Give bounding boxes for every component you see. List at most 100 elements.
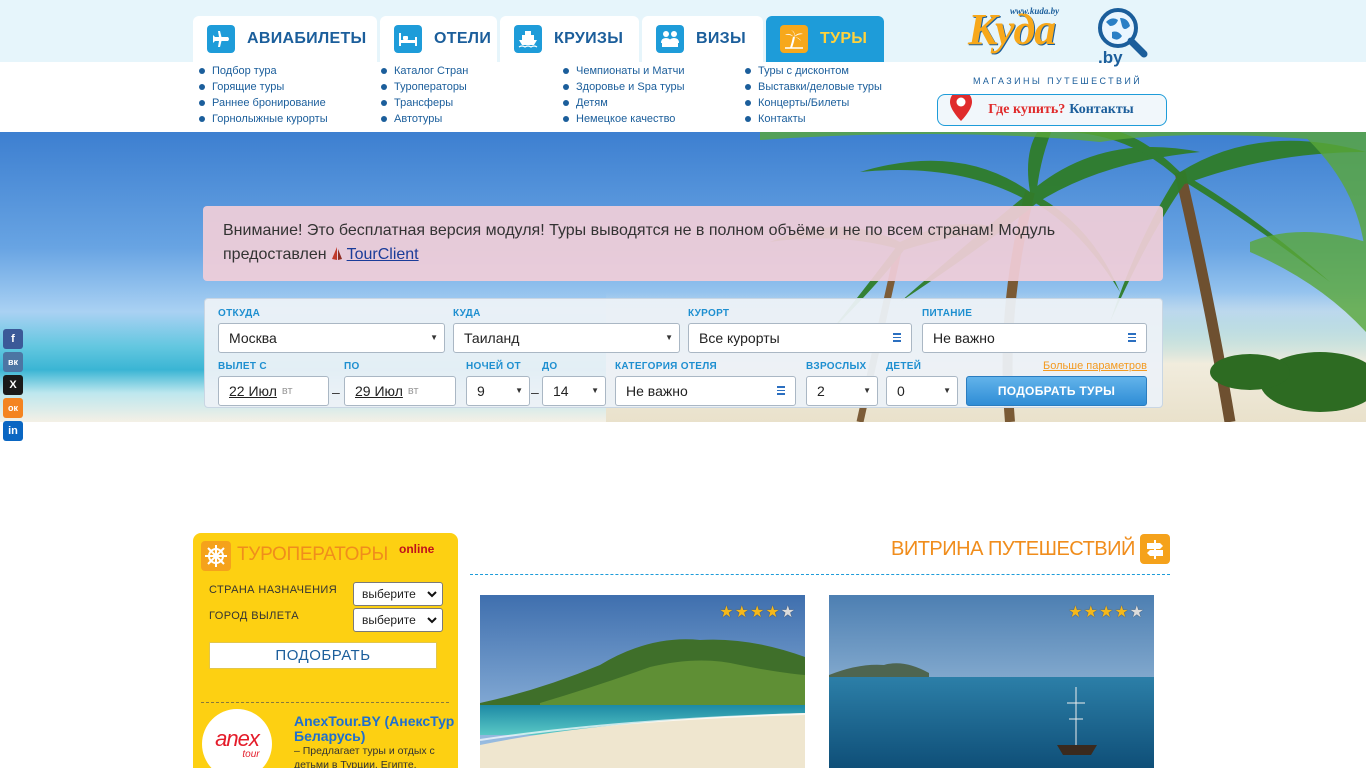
star-icon: ★ — [1129, 604, 1144, 621]
nights-to-label: ДО — [542, 361, 558, 372]
nights-to-select[interactable]: 14 ▼ — [542, 376, 606, 406]
site-logo[interactable]: Куда www.kuda.by .by МАГАЗИНЫ ПУТЕШЕСТВИ… — [958, 4, 1153, 90]
menu-item[interactable]: Немецкое качество — [563, 111, 745, 127]
meal-select[interactable]: Не важно — [922, 323, 1147, 353]
resort-select[interactable]: Все курорты — [688, 323, 912, 353]
tour-card[interactable]: ★ ★ ★ ★ ★ — [829, 595, 1154, 768]
dropdown-arrow-icon: ▼ — [943, 386, 951, 395]
where-to-buy-button[interactable]: Где купить? Контакты — [937, 94, 1167, 126]
children-value: 0 — [897, 383, 905, 399]
star-icon: ★ — [1114, 604, 1129, 621]
tab-tours[interactable]: ТУРЫ — [766, 16, 884, 62]
adults-select[interactable]: 2 ▼ — [806, 376, 878, 406]
children-select[interactable]: 0 ▼ — [886, 376, 958, 406]
star-icon: ★ — [749, 604, 765, 621]
resort-value: Все курорты — [699, 330, 780, 346]
menu-item[interactable]: Каталог Стран — [381, 63, 563, 79]
to-select[interactable]: Таиланд ▼ — [453, 323, 680, 353]
palm-icon — [780, 25, 808, 53]
free-version-notice: Внимание! Это бесплатная версия модуля! … — [203, 206, 1163, 281]
anextour-title-link[interactable]: AnexTour.BY (АнексТур Беларусь) — [294, 714, 458, 744]
ship-icon — [514, 25, 542, 53]
tab-hotels[interactable]: ОТЕЛИ — [380, 16, 497, 62]
depart-dow: вт — [281, 385, 293, 397]
menu-item[interactable]: Подбор тура — [199, 63, 381, 79]
anextour-logo[interactable]: anex tour — [202, 709, 272, 768]
hotel-category-label: КАТЕГОРИЯ ОТЕЛЯ — [615, 361, 718, 372]
menu-item[interactable]: Детям — [563, 95, 745, 111]
star-icon: ★ — [1083, 604, 1098, 621]
depart-date-input[interactable]: 22 Июл вт — [218, 376, 329, 406]
adults-label: ВЗРОСЛЫХ — [806, 361, 867, 372]
menu-item[interactable]: Туры с дисконтом — [745, 63, 927, 79]
from-value: Москва — [229, 330, 277, 346]
linkedin-icon[interactable]: in — [3, 421, 23, 441]
menu-item[interactable]: Горящие туры — [199, 79, 381, 95]
menu-item[interactable]: Раннее бронирование — [199, 95, 381, 111]
menu-col-2: Каталог Стран Туроператоры Трансферы Авт… — [381, 63, 563, 127]
star-icon: ★ — [1098, 604, 1114, 621]
list-icon — [893, 331, 901, 342]
submenus: Подбор тура Горящие туры Раннее брониров… — [199, 63, 927, 127]
pick-operator-button[interactable]: ПОДОБРАТЬ — [209, 642, 437, 669]
meal-label: ПИТАНИЕ — [922, 308, 973, 319]
city-value: выберите — [362, 613, 416, 627]
menu-item[interactable]: Чемпионаты и Матчи — [563, 63, 745, 79]
meal-value: Не важно — [933, 330, 995, 346]
signpost-icon — [1140, 534, 1170, 564]
find-tours-button[interactable]: ПОДОБРАТЬ ТУРЫ — [966, 376, 1147, 406]
children-label: ДЕТЕЙ — [886, 361, 922, 372]
anex-logo-sub: tour — [242, 749, 260, 760]
main-nav: АВИАБИЛЕТЫ ОТЕЛИ КРУИЗЫ ВИЗЫ ТУРЫ — [193, 16, 887, 62]
nights-from-label: НОЧЕЙ ОТ — [466, 361, 521, 372]
list-icon — [1128, 331, 1136, 342]
x-icon[interactable]: X — [3, 375, 23, 395]
anextour-description: – Предлагает туры и отдых с детьми в Тур… — [294, 745, 435, 768]
menu-item[interactable]: Автотуры — [381, 111, 563, 127]
tab-label: АВИАБИЛЕТЫ — [247, 30, 367, 47]
from-select[interactable]: Москва ▼ — [218, 323, 445, 353]
logo-tagline: МАГАЗИНЫ ПУТЕШЕСТВИЙ — [973, 76, 1143, 86]
vk-icon[interactable]: вк — [3, 352, 23, 372]
contacts-label: Контакты — [1069, 102, 1134, 117]
hotel-rating-stars: ★ ★ ★ ★ ★ — [1067, 605, 1144, 621]
hotel-category-select[interactable]: Не важно — [615, 376, 796, 406]
until-date-input[interactable]: 29 Июл вт — [344, 376, 456, 406]
adults-value: 2 — [817, 383, 825, 399]
nights-range-dash: – — [531, 384, 539, 400]
facebook-icon[interactable]: f — [3, 329, 23, 349]
odnoklassniki-icon[interactable]: ок — [3, 398, 23, 418]
star-icon: ★ — [1068, 604, 1083, 621]
tab-cruises[interactable]: КРУИЗЫ — [500, 16, 639, 62]
tourclient-link[interactable]: TourClient — [347, 246, 419, 263]
menu-item[interactable]: Горнолыжные курорты — [199, 111, 381, 127]
tour-operators-box: ТУРОПЕРАТОРЫ online СТРАНА НАЗНАЧЕНИЯ вы… — [193, 533, 458, 768]
more-params-link[interactable]: Больше параметров — [1043, 360, 1147, 372]
city-select[interactable]: выберите — [353, 608, 443, 632]
menu-item[interactable]: Выставки/деловые туры — [745, 79, 927, 95]
country-value: выберите — [362, 587, 416, 601]
bed-icon — [394, 25, 422, 53]
city-label: ГОРОД ВЫЛЕТА — [209, 610, 299, 622]
nights-from-select[interactable]: 9 ▼ — [466, 376, 530, 406]
menu-col-1: Подбор тура Горящие туры Раннее брониров… — [199, 63, 381, 127]
tab-visas[interactable]: ВИЗЫ — [642, 16, 763, 62]
star-icon: ★ — [719, 604, 734, 621]
menu-item[interactable]: Туроператоры — [381, 79, 563, 95]
menu-item[interactable]: Контакты — [745, 111, 927, 127]
divider — [201, 702, 449, 703]
airplane-icon — [207, 25, 235, 53]
menu-item[interactable]: Концерты/Билеты — [745, 95, 927, 111]
tab-flights[interactable]: АВИАБИЛЕТЫ — [193, 16, 377, 62]
tour-card[interactable]: ★ ★ ★ ★ ★ — [480, 595, 805, 768]
resort-label: КУРОРТ — [688, 308, 730, 319]
country-select[interactable]: выберите — [353, 582, 443, 606]
menu-item[interactable]: Здоровье и Spa туры — [563, 79, 745, 95]
anex-logo-text: anex — [215, 726, 260, 751]
depart-date: 22 Июл — [229, 383, 277, 399]
menu-item[interactable]: Трансферы — [381, 95, 563, 111]
online-badge: online — [399, 542, 435, 556]
dropdown-arrow-icon: ▼ — [665, 333, 673, 342]
menu-col-3: Чемпионаты и Матчи Здоровье и Spa туры Д… — [563, 63, 745, 127]
sail-icon — [331, 245, 343, 269]
